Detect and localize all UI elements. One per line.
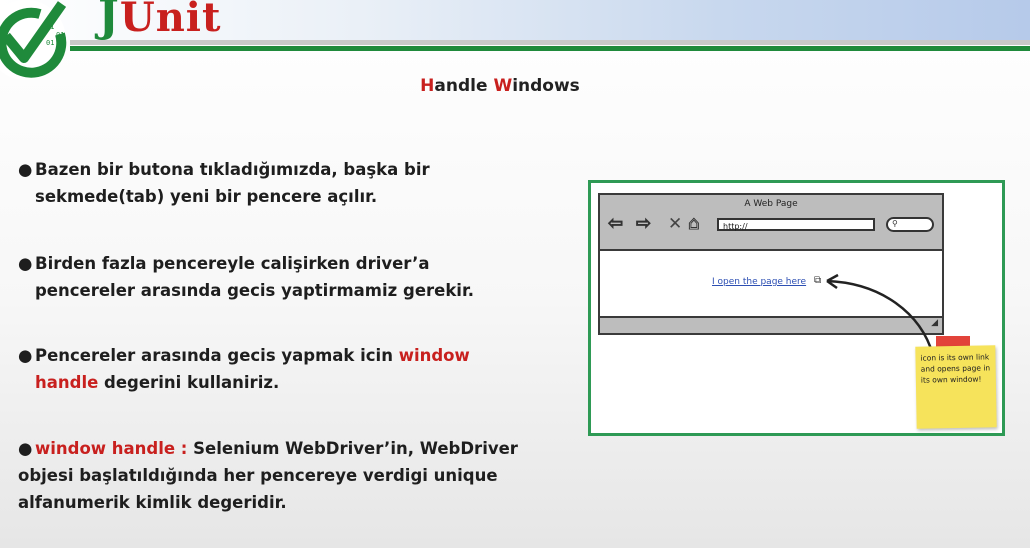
close-x-icon: ✕	[668, 214, 683, 234]
bullet-item-3: ● Pencereler arasında gecis yapmak icin w…	[18, 342, 558, 396]
browser-mockup-illustration: A Web Page ⇦ ⇨ ✕ ⌂ http:// ⚲ I open the …	[588, 180, 1005, 436]
bullet-item-2: ● Birden fazla pencereyle calişirken driv…	[18, 250, 558, 304]
bullet-4-line2: objesi başlatıldığında her pencereye ver…	[18, 466, 498, 485]
bullet-3-line2-wrap: handle degerini kullaniriz.	[18, 369, 558, 396]
bullet-dot: ●	[18, 160, 33, 179]
bullet-4-line3: alfanumerik kimlik degeridir.	[18, 493, 287, 512]
browser-toolbar: A Web Page ⇦ ⇨ ✕ ⌂ http:// ⚲	[600, 195, 942, 251]
title-rest1: andle	[434, 76, 494, 96]
bullet-dot: ●	[18, 254, 33, 273]
back-arrow-icon: ⇦	[607, 213, 624, 234]
title-w: W	[493, 76, 513, 96]
browser-window-sketch: A Web Page ⇦ ⇨ ✕ ⌂ http:// ⚲ I open the …	[598, 193, 944, 335]
bullet-4-line1: Selenium WebDriver’in, WebDriver	[193, 439, 518, 458]
resize-grip-icon: ◢	[931, 318, 938, 328]
sticky-note: icon is its own link and opens page in i…	[915, 345, 997, 429]
browser-status-bar: ◢	[600, 316, 942, 333]
bullet-3-line1: Pencereler arasında gecis yapmak icin	[35, 346, 393, 365]
home-icon: ⌂	[687, 213, 700, 234]
brand-initial: J	[98, 0, 120, 42]
slide-title: Handle Windows	[0, 76, 1000, 96]
bullet-dot: ●	[18, 439, 33, 458]
bullet-dot: ●	[18, 346, 33, 365]
brand-wordmark: JUnit	[98, 0, 221, 42]
url-field: http://	[717, 218, 875, 231]
title-h: H	[420, 76, 435, 96]
brand-rest: Unit	[119, 0, 222, 41]
bullet-2-line2: pencereler arasında gecis yaptirmamiz ge…	[35, 281, 475, 300]
search-field: ⚲	[886, 217, 934, 232]
bullet-4-red: window handle :	[35, 439, 188, 458]
bullet-3-line2: degerini kullaniriz.	[104, 373, 280, 392]
page-title-label: A Web Page	[744, 199, 798, 209]
logo-bits-2: 01	[56, 31, 64, 39]
logo-bits-1: 01	[46, 23, 54, 31]
forward-arrow-icon: ⇨	[635, 213, 652, 234]
header-divider-green	[70, 46, 1030, 51]
title-rest2: indows	[512, 76, 580, 96]
bullet-1-line2: sekmede(tab) yeni bir pencere açılır.	[35, 187, 378, 206]
junit-logo-icon: 01 01 01	[0, 0, 67, 80]
bullet-3-line1-red: window	[398, 346, 470, 365]
open-page-link: I open the page here	[712, 277, 807, 287]
bullet-1-line1: Bazen bir butona tıkladığımızda, başka b…	[35, 160, 430, 179]
bullet-item-1: ● Bazen bir butona tıkladığımızda, başka …	[18, 156, 558, 210]
search-icon: ⚲	[892, 219, 898, 228]
bullet-2-line1: Birden fazla pencereyle calişirken drive…	[35, 254, 430, 273]
bullet-3-line2-red: handle	[35, 373, 99, 392]
new-window-icon: ⧉	[814, 275, 822, 286]
logo-bits-3: 01	[46, 39, 54, 47]
bullet-item-4: ● window handle : Selenium WebDriver’in, …	[18, 435, 558, 516]
